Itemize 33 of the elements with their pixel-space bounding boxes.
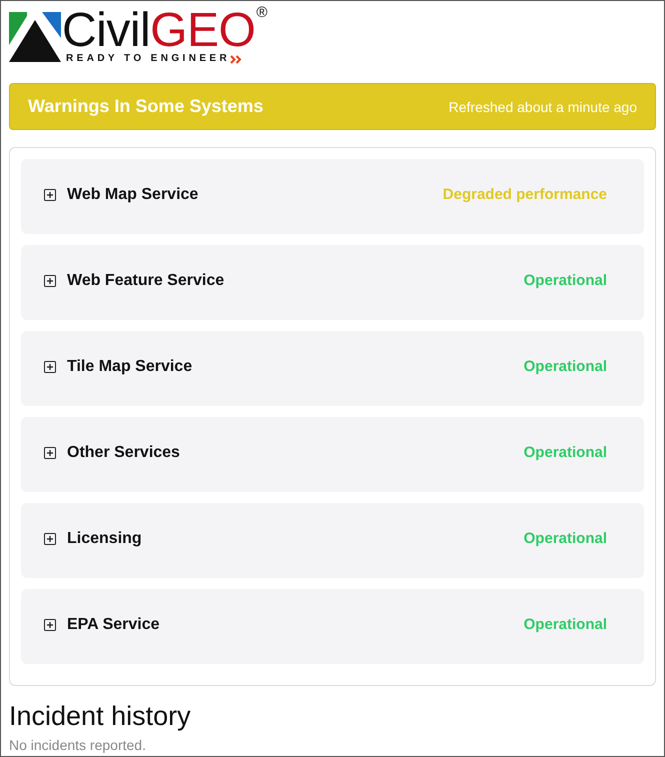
- expand-icon[interactable]: [44, 446, 56, 458]
- service-row[interactable]: Other Services Operational: [21, 417, 644, 492]
- service-name: Licensing: [67, 530, 142, 548]
- service-row[interactable]: Tile Map Service Operational: [21, 331, 644, 406]
- service-status: Degraded performance: [442, 186, 607, 203]
- service-row[interactable]: EPA Service Operational: [21, 589, 644, 664]
- service-name: Tile Map Service: [67, 358, 192, 376]
- expand-icon[interactable]: [44, 188, 56, 200]
- logo-wordmark: CivilGEO: [62, 9, 256, 53]
- logo-mountain-icon: [9, 12, 61, 62]
- banner-title: Warnings In Some Systems: [28, 96, 264, 117]
- registered-mark: ®: [256, 5, 268, 20]
- refresh-note: Refreshed about a minute ago: [448, 98, 637, 114]
- service-name: EPA Service: [67, 616, 160, 634]
- service-status: Operational: [524, 616, 607, 633]
- service-name: Web Feature Service: [67, 272, 224, 290]
- empty-message: No incidents reported.: [9, 737, 146, 753]
- expand-icon[interactable]: [44, 274, 56, 286]
- expand-icon[interactable]: [44, 360, 56, 372]
- service-name: Other Services: [67, 444, 180, 462]
- service-row[interactable]: Web Feature Service Operational: [21, 245, 644, 320]
- service-name: Web Map Service: [67, 186, 198, 204]
- service-status: Operational: [524, 272, 607, 289]
- service-status: Operational: [524, 444, 607, 461]
- service-row[interactable]: Web Map Service Degraded performance: [21, 159, 644, 234]
- expand-icon[interactable]: [44, 532, 56, 544]
- section-heading: Incident history: [9, 700, 191, 732]
- service-row[interactable]: Licensing Operational: [21, 503, 644, 578]
- expand-icon[interactable]: [44, 618, 56, 630]
- service-status: Operational: [524, 530, 607, 547]
- double-chevron-icon: [230, 54, 242, 64]
- service-status: Operational: [524, 358, 607, 375]
- logo-tagline: READY TO ENGINEER: [66, 53, 230, 65]
